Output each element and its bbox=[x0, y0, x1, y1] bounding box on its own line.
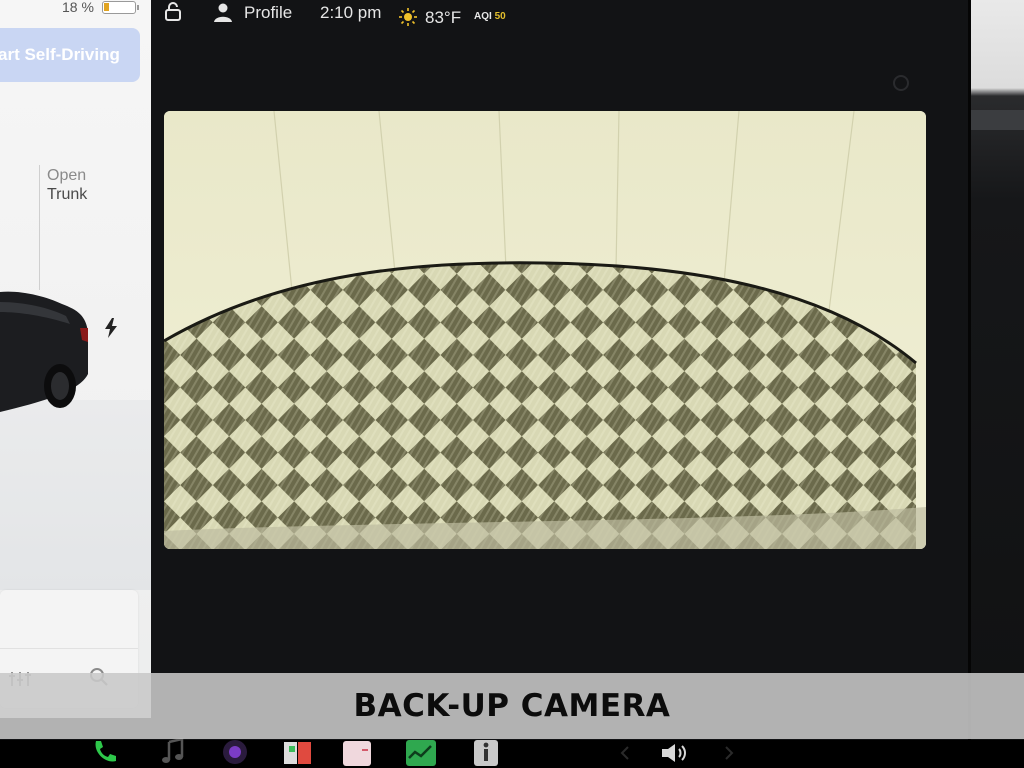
hotspot-icon[interactable] bbox=[892, 74, 910, 92]
trunk-button[interactable]: Trunk bbox=[47, 186, 87, 204]
profile-button[interactable]: Profile bbox=[244, 3, 292, 23]
clock: 2:10 pm bbox=[320, 3, 382, 22]
app-dock bbox=[0, 740, 1024, 768]
self-driving-button[interactable]: art Self-Driving bbox=[0, 28, 140, 82]
phone-icon[interactable] bbox=[90, 738, 118, 766]
outside-temperature: 83°F bbox=[425, 8, 462, 27]
charge-port-icon[interactable] bbox=[104, 318, 118, 338]
calendar-icon[interactable] bbox=[283, 738, 313, 766]
aqi-value: 50 bbox=[494, 11, 506, 22]
profile-icon[interactable] bbox=[214, 3, 232, 23]
camera-image bbox=[164, 111, 926, 549]
car-status-panel: 18 % art Self-Driving Open Trunk bbox=[0, 0, 151, 718]
chevron-left-icon[interactable] bbox=[620, 746, 630, 760]
trunk-state[interactable]: Open bbox=[47, 167, 86, 185]
touchscreen: 18 % art Self-Driving Open Trunk Profile… bbox=[0, 0, 1024, 768]
air-quality-index: AQI 50 bbox=[474, 11, 506, 22]
garage-floor bbox=[0, 400, 151, 590]
sun-icon bbox=[399, 8, 417, 26]
battery-icon bbox=[102, 1, 139, 14]
chevron-right-icon[interactable] bbox=[724, 746, 734, 760]
car-interior-background bbox=[968, 0, 1024, 768]
caption-text: BACK-UP CAMERA bbox=[353, 688, 671, 724]
music-icon[interactable] bbox=[160, 738, 186, 766]
lock-icon[interactable] bbox=[164, 2, 184, 22]
backup-camera-feed bbox=[164, 111, 926, 549]
manual-icon[interactable] bbox=[472, 738, 500, 766]
battery-indicator: 18 % bbox=[0, 0, 151, 20]
energy-icon[interactable] bbox=[405, 738, 437, 766]
divider bbox=[0, 648, 138, 649]
divider bbox=[39, 165, 40, 290]
battery-percent: 18 % bbox=[62, 0, 94, 15]
camera-app-icon[interactable] bbox=[220, 738, 250, 766]
volume-icon[interactable] bbox=[660, 742, 690, 764]
notes-icon[interactable] bbox=[342, 738, 372, 766]
aqi-label: AQI bbox=[474, 11, 492, 22]
car-model-image bbox=[0, 291, 88, 412]
caption-banner: BACK-UP CAMERA bbox=[0, 673, 1024, 739]
